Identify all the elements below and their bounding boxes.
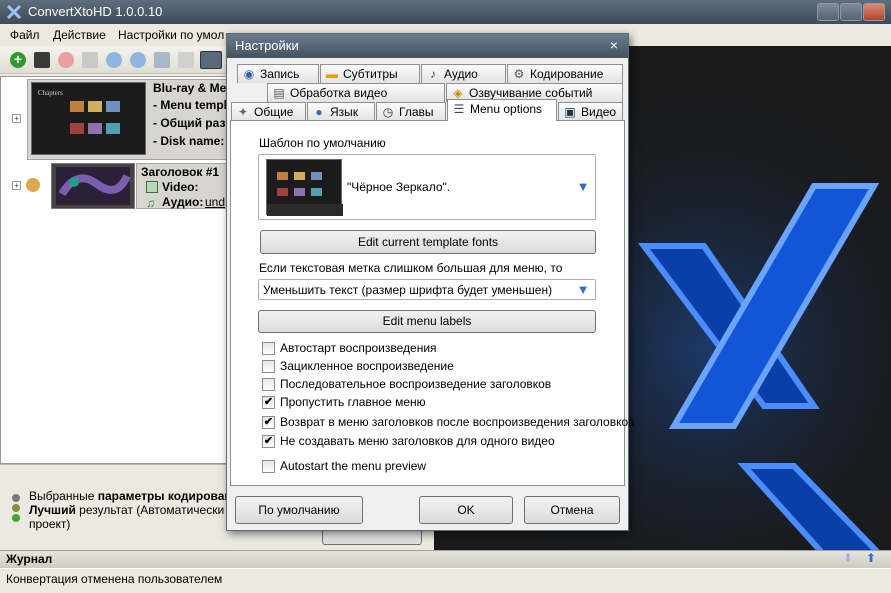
template-thumbnail	[266, 159, 343, 216]
gear-icon: ⚙	[513, 67, 525, 81]
project-line-1: - Menu templ	[153, 98, 227, 112]
tab-audio[interactable]: ♪ Аудио	[421, 64, 506, 83]
window-close-button[interactable]	[863, 3, 885, 21]
loop-checkbox[interactable]	[262, 360, 275, 373]
menu-list-icon: ☰	[453, 102, 465, 116]
tab-language[interactable]: ● Язык	[307, 102, 375, 121]
chevron-down-icon[interactable]: ▼	[575, 282, 591, 298]
disc-icon: ◉	[243, 67, 255, 81]
app-logo-icon	[6, 4, 22, 20]
dialog-title: Настройки	[227, 34, 628, 58]
project-title: Blu-ray & Me	[153, 81, 227, 95]
autostart-label: Автостарт воспроизведения	[280, 341, 437, 355]
video-icon	[146, 181, 158, 193]
encode-line-3: проект)	[29, 517, 71, 531]
expand-project-icon[interactable]: +	[12, 114, 21, 123]
autostart-checkbox[interactable]	[262, 342, 275, 355]
music-note-icon: ♪	[430, 67, 436, 81]
menu-action[interactable]: Действие	[53, 28, 106, 42]
title-audio-label: Аудио:	[162, 195, 204, 209]
skip-main-menu-label: Пропустить главное меню	[280, 395, 426, 409]
tab-chapters[interactable]: ◷ Главы	[376, 102, 446, 121]
chevron-down-icon[interactable]: ▼	[575, 179, 591, 195]
project-line-2: - Общий разм	[153, 116, 234, 130]
autostart-preview-checkbox[interactable]	[262, 460, 275, 473]
ok-button[interactable]: OK	[419, 496, 513, 524]
loop-label: Зацикленное воспроизведение	[280, 359, 454, 373]
dialog-close-icon[interactable]: ×	[606, 37, 622, 53]
return-to-menu-checkbox[interactable]: ✔	[262, 416, 275, 429]
menu-file[interactable]: Файл	[10, 28, 40, 42]
defaults-button[interactable]: По умолчанию	[235, 496, 363, 524]
sequential-checkbox[interactable]	[262, 378, 275, 391]
encode-line-2: Лучший результат (Автоматически - (	[29, 503, 239, 517]
traffic-light-icon	[10, 493, 22, 523]
title-audio-value[interactable]: und	[205, 195, 225, 209]
film-icon: ▤	[273, 86, 285, 100]
tools-icon[interactable]	[154, 52, 170, 68]
overflow-select[interactable]: Уменьшить текст (размер шрифта будет уме…	[258, 279, 596, 300]
default-template-label: Шаблон по умолчанию	[259, 136, 386, 150]
split-icon[interactable]	[82, 52, 98, 68]
speaker-icon: ◈	[453, 86, 463, 100]
return-to-menu-label: Возврат в меню заголовков после воспроиз…	[280, 415, 635, 429]
encode-line-1: Выбранные параметры кодирован	[29, 489, 232, 503]
title-name: Заголовок #1	[141, 165, 220, 179]
tab-video[interactable]: ▣ Видео	[558, 102, 623, 121]
title-video-label: Video:	[162, 180, 199, 194]
tab-general[interactable]: ✦ Общие	[231, 102, 306, 121]
app-title: ConvertXtoHD 1.0.0.10	[0, 0, 891, 24]
menu-settings[interactable]: Настройки по умол	[118, 28, 224, 42]
tab-video-processing[interactable]: ▤ Обработка видео	[267, 83, 445, 102]
tab-record[interactable]: ◉ Запись	[237, 64, 319, 83]
cancel-button[interactable]: Отмена	[524, 496, 620, 524]
minimize-button[interactable]	[817, 3, 839, 21]
menu-thumb-title: Chapters	[38, 89, 63, 97]
journal-up-icon[interactable]: ⬆	[866, 551, 882, 567]
speech-icon: ▬	[326, 67, 338, 81]
status-bar: Конвертация отменена пользователем	[0, 568, 891, 593]
overflow-select-value: Уменьшить текст (размер шрифта будет уме…	[263, 283, 553, 297]
move-down-icon[interactable]	[106, 52, 122, 68]
title-thumbnail-frame	[51, 163, 135, 209]
edit-menu-labels-button[interactable]: Edit menu labels	[258, 310, 596, 333]
save-icon[interactable]	[34, 52, 50, 68]
no-single-title-menu-label: Не создавать меню заголовков для одного …	[280, 434, 555, 448]
project-thumbnail: Chapters	[31, 82, 146, 155]
edit-template-fonts-button[interactable]: Edit current template fonts	[260, 230, 596, 254]
autostart-preview-label: Autostart the menu preview	[280, 459, 427, 473]
project-line-3: - Disk name:	[153, 134, 225, 148]
overflow-label: Если текстовая метка слишком большая для…	[259, 261, 563, 275]
tab-encoding[interactable]: ⚙ Кодирование	[507, 64, 623, 83]
title-user-icon	[26, 178, 40, 192]
maximize-button[interactable]	[840, 3, 862, 21]
tools-icon: ✦	[237, 105, 249, 119]
add-icon[interactable]: +	[10, 52, 26, 68]
expand-title-icon[interactable]: +	[12, 181, 21, 190]
tab-subtitles[interactable]: ▬ Субтитры	[320, 64, 420, 83]
skip-main-menu-checkbox[interactable]: ✔	[262, 396, 275, 409]
sequential-label: Последовательное воспроизведение заголов…	[280, 377, 552, 391]
list-icon[interactable]	[178, 52, 194, 68]
no-single-title-menu-checkbox[interactable]: ✔	[262, 435, 275, 448]
monitor-icon: ▣	[564, 105, 576, 119]
globe-icon: ●	[315, 105, 323, 119]
tab-menu-options[interactable]: ☰ Menu options	[447, 99, 557, 121]
journal-down-icon[interactable]: ⬇	[843, 551, 859, 567]
preview-toggle-icon[interactable]	[200, 51, 222, 69]
clock-icon: ◷	[382, 105, 394, 119]
audio-icon: ♫	[146, 196, 155, 210]
delete-icon[interactable]	[58, 52, 74, 68]
move-up-icon[interactable]	[130, 52, 146, 68]
template-select[interactable]: "Чёрное Зеркало". ▼	[258, 154, 596, 220]
settings-dialog: Настройки × ◉ Запись ▬ Субтитры ♪ Аудио ⚙ Ко…	[226, 33, 635, 531]
template-name: "Чёрное Зеркало".	[347, 180, 451, 194]
journal-bar[interactable]: Журнал	[0, 550, 891, 568]
